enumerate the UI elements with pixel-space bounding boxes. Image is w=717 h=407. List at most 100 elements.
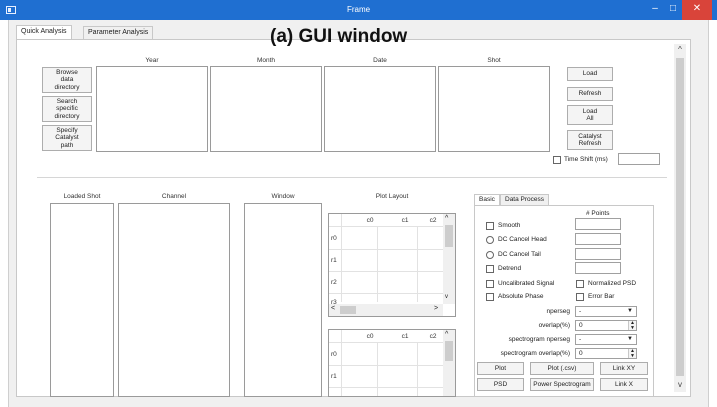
plot-layout-label: Plot Layout <box>375 193 409 200</box>
normalized-psd-checkbox[interactable] <box>576 280 584 288</box>
plot-layout-grid-bottom[interactable]: c0 c1 c2 r0 r1 ^ <box>328 329 456 397</box>
grid-vertical-scrollbar[interactable]: ^ <box>443 330 455 396</box>
dc-cancel-tail-points-input[interactable] <box>575 248 621 260</box>
loaded-shot-label: Loaded Shot <box>63 193 101 200</box>
grid-col-header: c2 <box>429 333 437 340</box>
title-bar: Frame – □ ✕ <box>0 0 717 20</box>
specify-catalyst-path-button[interactable]: Specify Catalyst path <box>42 125 92 151</box>
scroll-right-icon[interactable]: > <box>434 305 438 312</box>
plot-button[interactable]: Plot <box>477 362 524 375</box>
dc-cancel-head-radio[interactable] <box>486 236 494 244</box>
absolute-phase-checkbox[interactable] <box>486 293 494 301</box>
spin-arrows-icon[interactable]: ▲ ▼ <box>628 321 636 331</box>
dropdown-arrow-icon: ▼ <box>627 308 633 314</box>
dc-cancel-head-points-input[interactable] <box>575 233 621 245</box>
loaded-shot-list[interactable] <box>50 203 114 397</box>
uncalibrated-signal-label: Uncalibrated Signal <box>498 280 555 287</box>
grid-divider <box>377 226 378 302</box>
year-label: Year <box>145 57 159 64</box>
catalyst-refresh-button[interactable]: Catalyst Refresh <box>567 130 613 150</box>
uncalibrated-signal-checkbox[interactable] <box>486 280 494 288</box>
grid-divider <box>417 226 418 302</box>
shot-label: Shot <box>487 57 501 64</box>
year-list[interactable] <box>96 66 208 152</box>
smooth-label: Smooth <box>498 222 521 229</box>
load-all-button[interactable]: Load All <box>567 105 613 125</box>
window-list-label: Window <box>271 193 295 200</box>
plot-layout-grid-top[interactable]: c0 c1 c2 r0 r1 r2 r3 ^ v < > <box>328 213 456 317</box>
grid-row-header: r1 <box>331 257 337 264</box>
window-title: Frame <box>346 5 371 14</box>
error-bar-checkbox[interactable] <box>576 293 584 301</box>
window-list[interactable] <box>244 203 322 397</box>
spectrogram-nperseg-value: - <box>579 336 582 343</box>
detrend-points-input[interactable] <box>575 262 621 274</box>
grid-divider <box>329 271 443 272</box>
grid-divider <box>341 214 342 302</box>
spin-arrows-icon[interactable]: ▲ ▼ <box>628 349 636 359</box>
grid-horizontal-scrollbar[interactable]: < > <box>329 304 443 316</box>
grid-col-header: c2 <box>429 217 437 224</box>
smooth-points-input[interactable] <box>575 218 621 230</box>
date-list[interactable] <box>324 66 436 152</box>
plot-csv-button[interactable]: Plot (.csv) <box>530 362 594 375</box>
month-list[interactable] <box>210 66 322 152</box>
detrend-checkbox[interactable] <box>486 265 494 273</box>
grid-divider <box>377 342 378 396</box>
spectrogram-nperseg-label: spectrogram nperseg <box>508 336 570 343</box>
maximize-button[interactable]: □ <box>664 0 682 20</box>
minimize-button[interactable]: – <box>646 0 664 20</box>
dc-cancel-tail-radio[interactable] <box>486 251 494 259</box>
search-specific-directory-button[interactable]: Search specific directory <box>42 96 92 122</box>
nperseg-label: nperseg <box>546 308 571 315</box>
load-button[interactable]: Load <box>567 67 613 81</box>
refresh-button[interactable]: Refresh <box>567 87 613 101</box>
spectrogram-nperseg-select[interactable]: - ▼ <box>575 334 637 345</box>
time-shift-checkbox[interactable] <box>553 156 561 164</box>
grid-divider <box>329 365 443 366</box>
grid-col-header: c1 <box>401 217 409 224</box>
nperseg-select[interactable]: - ▼ <box>575 306 637 317</box>
smooth-checkbox[interactable] <box>486 222 494 230</box>
overlap-value: 0 <box>579 322 583 329</box>
power-spectrogram-button[interactable]: Power Spectrogram <box>530 378 594 391</box>
grid-divider <box>329 226 443 227</box>
overlap-spinbox[interactable]: 0 ▲ ▼ <box>575 320 637 331</box>
tab-quick-analysis[interactable]: Quick Analysis <box>16 25 72 40</box>
grid-divider <box>329 293 443 294</box>
browse-data-directory-button[interactable]: Browse data directory <box>42 67 92 93</box>
scroll-thumb[interactable] <box>676 58 684 376</box>
grid-col-header: c1 <box>401 333 409 340</box>
scroll-left-icon[interactable]: < <box>331 305 335 312</box>
close-button[interactable]: ✕ <box>682 0 712 20</box>
psd-button[interactable]: PSD <box>477 378 524 391</box>
channel-label: Channel <box>161 193 187 200</box>
time-shift-input[interactable] <box>618 153 660 165</box>
scroll-thumb[interactable] <box>340 306 356 314</box>
scroll-thumb[interactable] <box>445 341 453 361</box>
link-x-button[interactable]: Link X <box>600 378 648 391</box>
dc-cancel-tail-label: DC Cancel Tail <box>498 251 541 258</box>
scroll-down-icon[interactable]: v <box>674 380 686 389</box>
shot-list[interactable] <box>438 66 550 152</box>
grid-divider <box>329 249 443 250</box>
grid-vertical-scrollbar[interactable]: ^ v <box>443 214 455 304</box>
dropdown-arrow-icon: ▼ <box>627 336 633 342</box>
normalized-psd-label: Normalized PSD <box>588 280 637 287</box>
month-label: Month <box>256 57 276 64</box>
scroll-up-icon[interactable]: ^ <box>445 215 448 222</box>
link-xy-button[interactable]: Link XY <box>600 362 648 375</box>
scroll-up-icon[interactable]: ^ <box>674 45 686 54</box>
time-shift-label: Time Shift (ms) <box>564 156 608 163</box>
scroll-thumb[interactable] <box>445 225 453 247</box>
spectrogram-overlap-spinbox[interactable]: 0 ▲ ▼ <box>575 348 637 359</box>
detrend-label: Detrend <box>498 265 522 272</box>
overlap-label: overlap(%) <box>538 322 570 329</box>
scroll-up-icon[interactable]: ^ <box>445 331 448 338</box>
tab-parameter-analysis[interactable]: Parameter Analysis <box>83 26 154 40</box>
absolute-phase-label: Absolute Phase <box>498 293 544 300</box>
grid-col-header: c0 <box>366 333 374 340</box>
scroll-down-icon[interactable]: v <box>445 294 448 300</box>
channel-list[interactable] <box>118 203 230 397</box>
main-vertical-scrollbar[interactable]: ^ v <box>674 44 686 392</box>
